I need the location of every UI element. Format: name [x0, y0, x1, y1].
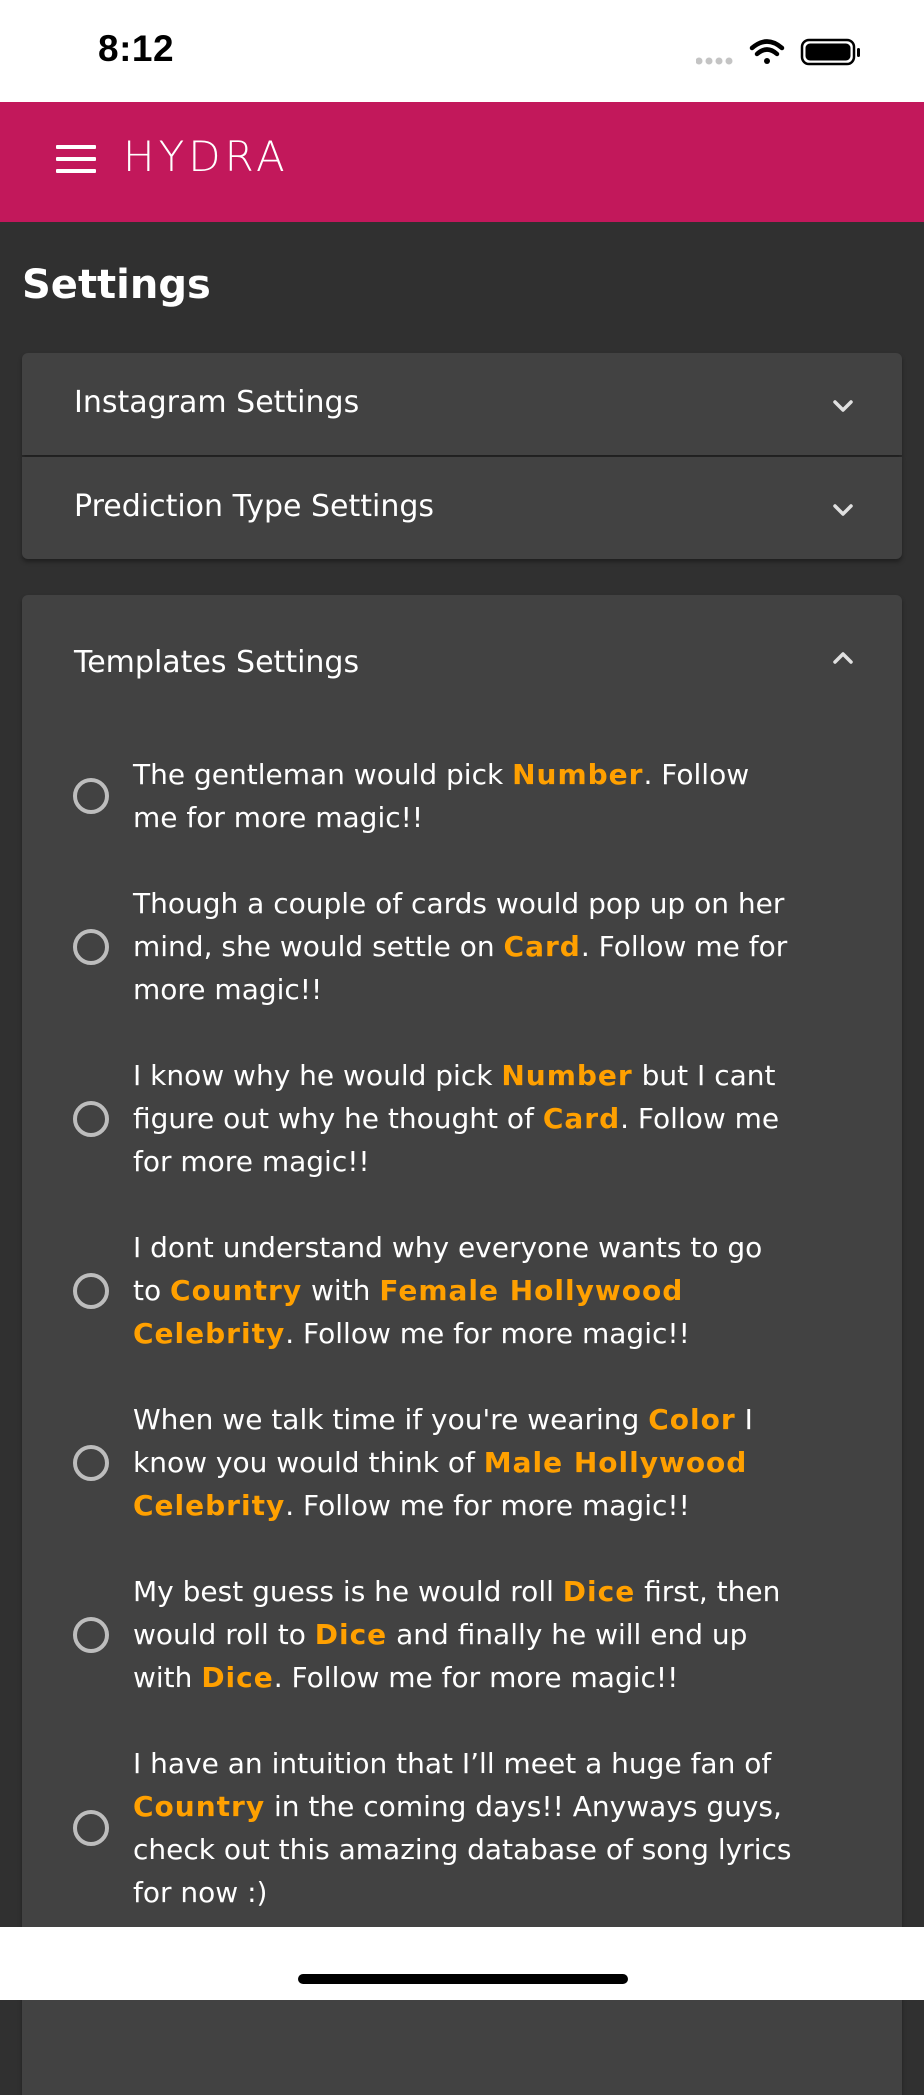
chevron-up-icon [833, 652, 853, 664]
template-placeholder: Color [648, 1403, 736, 1436]
panel-title: Templates Settings [74, 645, 360, 680]
template-option[interactable]: The gentleman would pick Number. Follow … [22, 753, 902, 839]
radio-button[interactable] [73, 1100, 109, 1137]
template-text-segment: The gentleman would pick [133, 758, 513, 791]
template-text-segment: I have an intuition that I’ll meet a hug… [133, 1747, 772, 1780]
template-placeholder: Dice [201, 1661, 274, 1694]
template-placeholder: Country [133, 1790, 266, 1823]
radio-button[interactable] [73, 1616, 109, 1653]
hamburger-menu-icon[interactable] [56, 145, 96, 181]
template-placeholder: Country [170, 1274, 303, 1307]
panel-prediction-type-settings[interactable]: Prediction Type Settings [22, 457, 902, 559]
template-option[interactable]: My best guess is he would roll Dice firs… [22, 1570, 902, 1699]
template-placeholder: Dice [314, 1618, 388, 1651]
template-text: Though a couple of cards would pop up on… [133, 882, 798, 1011]
template-text: The gentleman would pick Number. Follow … [133, 753, 798, 839]
template-text-segment: . Follow me for more magic!! [285, 1317, 690, 1350]
radio-button[interactable] [73, 1272, 109, 1309]
panel-title: Instagram Settings [74, 385, 360, 420]
radio-button[interactable] [73, 1810, 109, 1846]
template-text-segment: When we talk time if you're wearing [133, 1403, 649, 1436]
template-text-segment: . Follow me for more magic!! [285, 1489, 690, 1522]
chevron-down-icon [833, 504, 853, 516]
page-title: Settings [22, 262, 211, 308]
template-placeholder: Number [512, 758, 644, 791]
radio-button[interactable] [73, 778, 109, 814]
template-placeholder: Number [501, 1059, 633, 1092]
template-option[interactable]: I have an intuition that I’ll meet a hug… [22, 1742, 902, 1914]
radio-button[interactable] [73, 1444, 109, 1481]
template-text: My best guess is he would roll Dice firs… [133, 1570, 798, 1699]
status-time: 8:12 [98, 28, 175, 69]
template-placeholder: Card [542, 1102, 621, 1135]
template-text-segment: with [302, 1274, 380, 1307]
template-text: When we talk time if you're wearing Colo… [133, 1398, 798, 1527]
panel-title: Prediction Type Settings [74, 489, 435, 524]
template-option[interactable]: I dont understand why everyone wants to … [22, 1226, 902, 1355]
panel-header[interactable]: Templates Settings [22, 595, 902, 735]
app-bar: HYDRA [0, 102, 924, 222]
template-text: I know why he would pick Number but I ca… [133, 1054, 798, 1183]
home-indicator-area [0, 1927, 924, 2000]
template-placeholder: Card [503, 930, 581, 963]
status-icons [696, 38, 860, 66]
wifi-icon [749, 39, 785, 64]
template-text-segment: . Follow me for more magic!! [273, 1661, 679, 1694]
template-text: I dont understand why everyone wants to … [133, 1226, 798, 1355]
template-text: I have an intuition that I’ll meet a hug… [133, 1742, 798, 1914]
template-text-segment: My best guess is he would roll [133, 1575, 563, 1608]
template-option[interactable]: I know why he would pick Number but I ca… [22, 1054, 902, 1183]
chevron-down-icon [833, 400, 853, 412]
template-options-list: The gentleman would pick Number . Follow … [22, 753, 902, 1957]
template-text-segment: I know why he would pick [133, 1059, 502, 1092]
template-option[interactable]: Though a couple of cards would pop up on… [22, 882, 902, 1011]
status-bar: 8:12 [0, 0, 924, 102]
template-option[interactable]: When we talk time if you're wearing Colo… [22, 1398, 902, 1527]
panel-templates-settings: Templates Settings The gentleman would p… [22, 595, 902, 2095]
home-indicator[interactable] [298, 1974, 628, 1984]
panel-instagram-settings[interactable]: Instagram Settings [22, 353, 902, 455]
template-placeholder: Dice [562, 1575, 636, 1608]
app-brand-logo: HYDRA [123, 132, 289, 181]
signal-dots-icon [696, 57, 733, 65]
battery-icon [800, 38, 860, 66]
radio-button[interactable] [73, 928, 109, 965]
